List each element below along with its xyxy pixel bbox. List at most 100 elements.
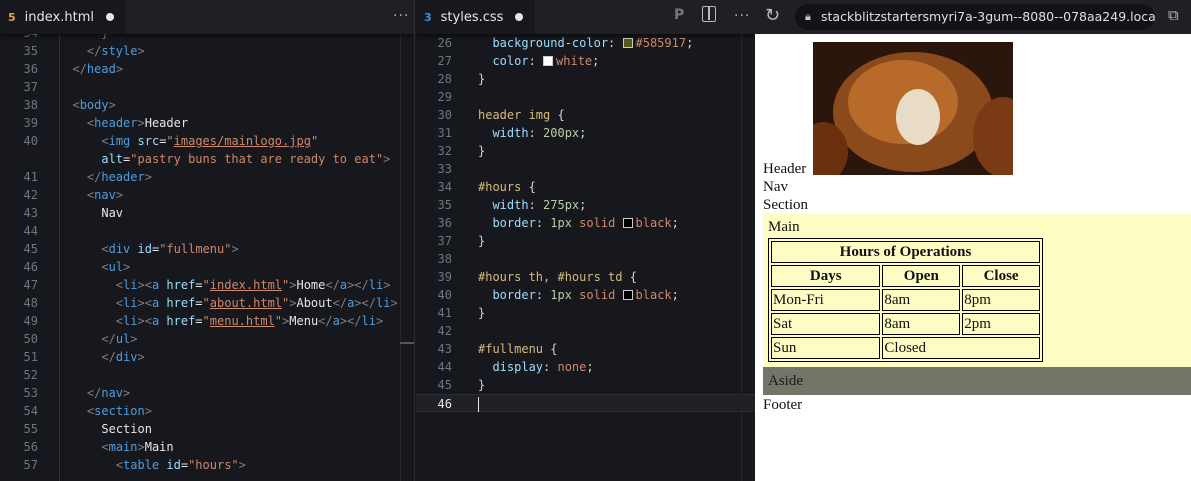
code-line[interactable]: 49 <li><a href="menu.html">Menu</a></li> xyxy=(0,312,414,330)
code-token: < xyxy=(72,98,80,112)
code-line[interactable]: 51 </div> xyxy=(0,348,414,366)
unsaved-dot-icon[interactable] xyxy=(105,13,114,21)
code-line[interactable]: 48 <li><a href="about.html">About</a></l… xyxy=(0,294,414,312)
code-line[interactable]: 30 header img { xyxy=(416,106,755,124)
code-token: : xyxy=(608,36,623,50)
code-text: </style> xyxy=(58,42,145,60)
code-line[interactable]: 35 width: 275px; xyxy=(416,196,755,214)
code-line[interactable]: 36 </head> xyxy=(0,60,414,78)
code-line[interactable]: 44 xyxy=(0,222,414,240)
code-line[interactable]: 45 <div id="fullmenu"> xyxy=(0,240,414,258)
prettier-icon[interactable]: P xyxy=(674,7,684,23)
code-line[interactable]: 29 xyxy=(416,88,755,106)
color-swatch-icon xyxy=(622,218,633,228)
code-token: ; xyxy=(579,126,587,140)
code-line[interactable]: 47 <li><a href="index.html">Home</a></li… xyxy=(0,276,414,294)
css-code-area[interactable]: 26 background-color: #585917; 27 color: w… xyxy=(416,34,755,412)
code-line[interactable]: 50 </ul> xyxy=(0,330,414,348)
code-text: width: 275px; xyxy=(478,196,586,214)
split-editor-icon[interactable] xyxy=(702,6,716,22)
code-text: alt="pastry buns that are ready to eat"> xyxy=(58,150,390,168)
code-line[interactable]: 43 #fullmenu { xyxy=(416,340,755,358)
code-token: " xyxy=(310,134,319,148)
code-line[interactable]: 45} xyxy=(416,376,755,394)
code-line[interactable]: 43 Nav xyxy=(0,204,414,222)
code-line[interactable]: 32} xyxy=(416,142,755,160)
code-token: > xyxy=(137,440,145,454)
code-line[interactable]: 36 border: 1px solid black; xyxy=(416,214,755,232)
code-token: > xyxy=(390,296,398,310)
code-line[interactable]: 33 xyxy=(416,160,755,178)
code-line[interactable]: 38 xyxy=(416,250,755,268)
more-actions-button[interactable]: ··· xyxy=(393,8,409,24)
code-token: border xyxy=(492,288,536,302)
nav-text: Nav xyxy=(763,179,788,195)
code-line[interactable]: 31 width: 200px; xyxy=(416,124,755,142)
code-token: { xyxy=(543,342,558,356)
code-token: 1px xyxy=(550,216,572,230)
code-text: <div id="fullmenu"> xyxy=(58,240,238,258)
code-line[interactable]: 39 <header>Header xyxy=(0,114,414,132)
open-in-new-window-icon[interactable]: ⧉ xyxy=(1168,6,1179,24)
code-text: <img src="images/mainlogo.jpg" xyxy=(58,132,318,150)
code-token: section xyxy=(94,404,145,418)
html-code-area[interactable]: 34 }35 </style>36 </head>3738 <body>39 <… xyxy=(0,24,414,474)
code-line[interactable]: 27 color: white; xyxy=(416,52,755,70)
unsaved-dot-icon[interactable] xyxy=(515,13,524,21)
tab-styles-css[interactable]: 3 styles.css xyxy=(416,0,536,34)
code-line[interactable]: 55 Section xyxy=(0,420,414,438)
code-line[interactable]: 28} xyxy=(416,70,755,88)
reload-icon[interactable]: ↻ xyxy=(765,5,780,26)
line-number: 26 xyxy=(437,36,452,50)
code-line[interactable]: 37} xyxy=(416,232,755,250)
code-token: #hours th, #hours td xyxy=(478,270,623,284)
table-row: Mon-Fri 8am 8pm xyxy=(771,289,1040,311)
code-line[interactable]: 42 xyxy=(416,322,755,340)
code-token: Nav xyxy=(101,206,124,220)
code-token: Section xyxy=(101,422,152,436)
code-line[interactable]: alt="pastry buns that are ready to eat"> xyxy=(0,150,414,168)
code-token: Header xyxy=(144,116,189,130)
code-line[interactable]: 53 </nav> xyxy=(0,384,414,402)
code-token: white xyxy=(556,54,593,68)
code-token: = xyxy=(195,278,203,292)
code-line[interactable]: 26 background-color: #585917; xyxy=(416,34,755,52)
table-cell: 8pm xyxy=(962,289,1040,311)
tab-index-html[interactable]: 5 index.html xyxy=(0,0,126,34)
code-token: </ xyxy=(325,278,340,292)
code-token: main xyxy=(108,440,138,454)
code-token: > xyxy=(238,458,246,472)
line-number: 41 xyxy=(437,306,452,320)
code-text: #fullmenu { xyxy=(478,340,557,358)
code-text: <main>Main xyxy=(58,438,173,456)
code-token: < xyxy=(115,296,124,310)
url-bar[interactable]: 🔒︎ stackblitzstartersmyri7a-3gum--8080--… xyxy=(795,4,1155,30)
code-line[interactable]: 57 <table id="hours"> xyxy=(0,456,414,474)
code-line[interactable]: 40 <img src="images/mainlogo.jpg" xyxy=(0,132,414,150)
code-line[interactable]: 39 #hours th, #hours td { xyxy=(416,268,755,286)
code-line[interactable]: 38 <body> xyxy=(0,96,414,114)
code-line[interactable]: 42 <nav> xyxy=(0,186,414,204)
code-line[interactable]: 35 </style> xyxy=(0,42,414,60)
code-line[interactable]: 46 <ul> xyxy=(0,258,414,276)
code-line[interactable]: 56 <main>Main xyxy=(0,438,414,456)
code-token: header xyxy=(94,116,138,130)
code-line[interactable]: 54 <section> xyxy=(0,402,414,420)
line-number: 42 xyxy=(23,188,38,202)
code-token: ></ xyxy=(347,278,369,292)
code-line[interactable]: 37 xyxy=(0,78,414,96)
code-line[interactable]: 40 border: 1px solid black; xyxy=(416,286,755,304)
code-line[interactable]: 41} xyxy=(416,304,755,322)
line-number: 34 xyxy=(437,180,452,194)
code-line[interactable]: 34 #hours { xyxy=(416,178,755,196)
code-text: } xyxy=(478,232,485,250)
code-line[interactable]: 46 xyxy=(416,394,755,412)
code-line[interactable]: 52 xyxy=(0,366,414,384)
code-token: > xyxy=(115,188,124,202)
code-token: < xyxy=(101,260,109,274)
lock-icon: 🔒︎ xyxy=(805,10,811,23)
code-line[interactable]: 44 display: none; xyxy=(416,358,755,376)
code-line[interactable]: 41 </header> xyxy=(0,168,414,186)
more-actions-button[interactable]: ··· xyxy=(734,8,750,24)
code-token: { xyxy=(622,270,637,284)
